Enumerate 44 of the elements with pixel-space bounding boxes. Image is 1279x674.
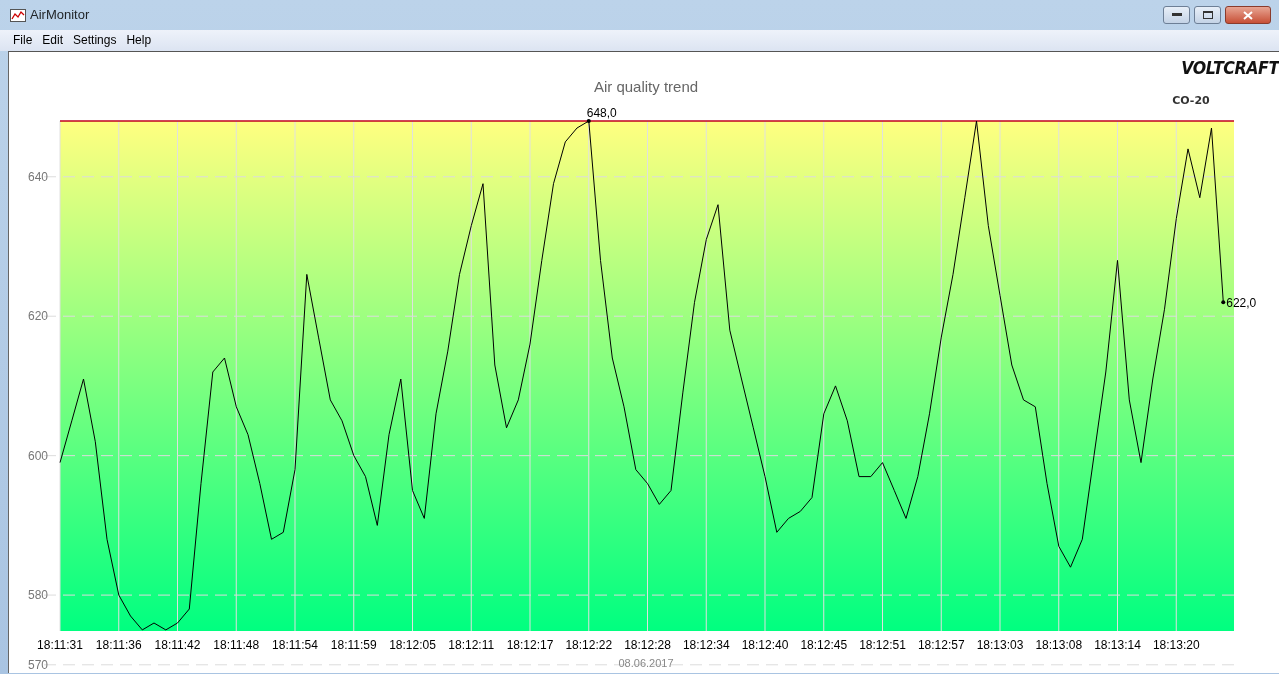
menu-item[interactable]: File [8, 30, 38, 51]
x-tick-label: 18:11:42 [154, 638, 201, 652]
y-tick-label: 640 [27, 169, 48, 184]
x-tick-label: 18:13:03 [976, 638, 1024, 652]
value-annotation: 622,0 [1226, 296, 1257, 311]
close-button[interactable] [1225, 6, 1271, 24]
x-tick-label: 18:12:11 [448, 638, 495, 652]
x-tick-label: 18:12:45 [800, 638, 848, 652]
date-label: 08.06.2017 [618, 657, 674, 669]
minimize-icon [1171, 13, 1182, 17]
maximize-button[interactable] [1194, 6, 1221, 24]
x-tick-label: 18:11:59 [330, 638, 377, 652]
maximize-icon [1202, 11, 1213, 19]
y-tick-label: 570 [27, 657, 48, 672]
x-tick-label: 18:13:20 [1152, 638, 1200, 652]
data-point-marker [586, 119, 591, 123]
x-tick-label: 18:12:28 [624, 638, 671, 652]
x-tick-label: 18:11:54 [272, 638, 318, 652]
data-point-marker [1221, 300, 1226, 305]
x-tick-label: 18:12:51 [859, 638, 906, 652]
x-tick-label: 18:11:36 [95, 638, 142, 652]
x-tick-label: 18:12:22 [565, 638, 613, 652]
value-annotation: 648,0 [586, 106, 617, 120]
x-tick-label: 18:12:34 [682, 638, 730, 652]
menu-item[interactable]: Edit [37, 30, 69, 51]
x-tick-label: 18:13:14 [1094, 638, 1141, 652]
menu-item[interactable]: Settings [68, 30, 122, 51]
x-tick-label: 18:12:17 [506, 638, 554, 652]
menu-item[interactable]: Help [121, 30, 157, 51]
y-tick-label: 580 [27, 588, 48, 603]
close-icon [1243, 10, 1253, 20]
model-label: CO-20 [1172, 93, 1210, 109]
y-tick-label: 620 [27, 309, 48, 324]
chart-title: Air quality trend [593, 78, 699, 95]
x-tick-label: 18:11:31 [37, 638, 83, 652]
chart-app-icon [10, 8, 26, 22]
x-tick-label: 18:12:40 [741, 638, 789, 652]
x-tick-label: 18:12:57 [917, 638, 965, 652]
x-tick-label: 18:13:08 [1035, 638, 1083, 652]
x-tick-label: 18:12:05 [389, 638, 436, 652]
minimize-button[interactable] [1163, 6, 1190, 24]
y-tick-label: 600 [27, 448, 48, 463]
window-title: AirMonitor [30, 6, 90, 25]
x-tick-label: 18:11:48 [213, 638, 260, 652]
